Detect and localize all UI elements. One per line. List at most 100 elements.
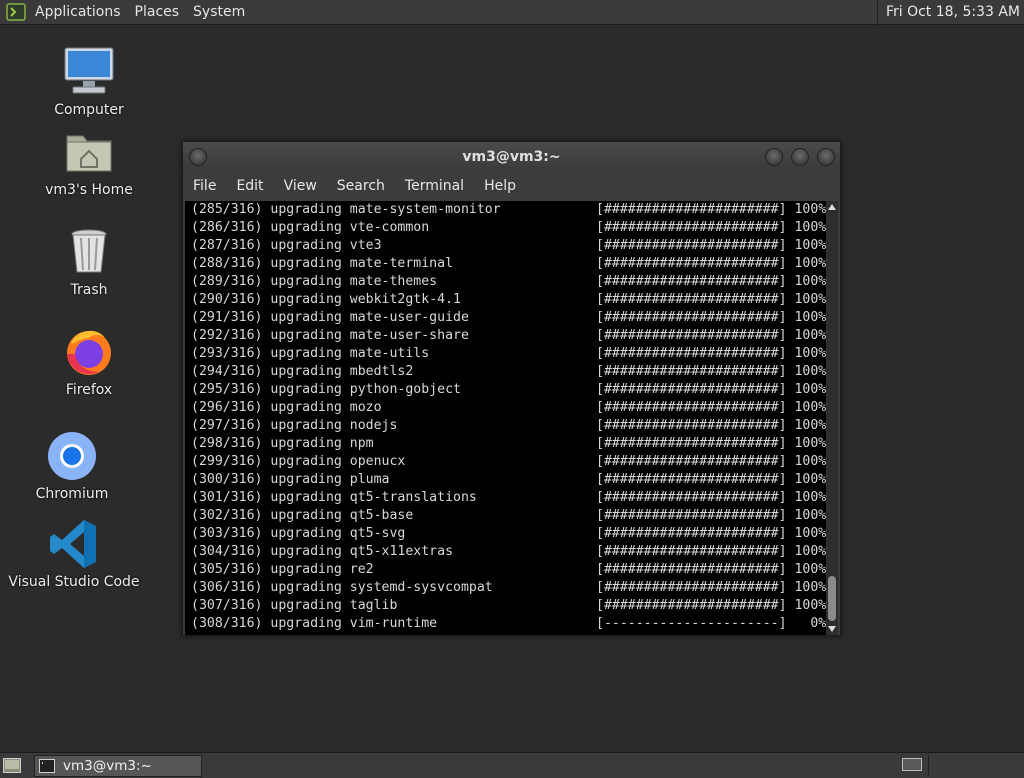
home-folder-icon [66, 135, 112, 172]
terminal-line-progress: [######################] 100% [596, 220, 826, 235]
terminal-line: (303/316) upgrading qt5-svg [############… [188, 525, 826, 543]
terminal-line-progress: [######################] 100% [596, 292, 826, 307]
terminal-line: (305/316) upgrading re2 [################… [188, 561, 826, 579]
terminal-line-progress: [######################] 100% [596, 526, 826, 541]
menu-system[interactable]: System [186, 0, 252, 25]
terminal-line-progress: [######################] 100% [596, 346, 826, 361]
desktop-icon-label: Trash [70, 282, 108, 298]
desktop-icon-label: Chromium [35, 486, 109, 502]
terminal-line: (290/316) upgrading webkit2gtk-4.1 [#####… [188, 291, 826, 309]
desktop-icon-home[interactable]: vm3's Home [14, 124, 164, 198]
taskbar-item-terminal[interactable]: vm3@vm3:~ [34, 755, 202, 777]
terminal-line: (302/316) upgrading qt5-base [###########… [188, 507, 826, 525]
menu-applications[interactable]: Applications [28, 0, 128, 25]
terminal-line: (295/316) upgrading python-gobject [#####… [188, 381, 826, 399]
terminal-line-text: (296/316) upgrading mozo [191, 400, 382, 415]
terminal-line-progress: [######################] 100% [596, 436, 826, 451]
terminal-line-text: (285/316) upgrading mate-system-monitor [191, 202, 501, 217]
terminal-line-progress: [######################] 100% [596, 418, 826, 433]
terminal-menubar: File Edit View Search Terminal Help [183, 172, 840, 200]
window-titlebar[interactable]: vm3@vm3:~ [183, 142, 840, 172]
terminal-line-text: (306/316) upgrading systemd-sysvcompat [191, 580, 493, 595]
applications-logo-icon[interactable] [6, 3, 28, 21]
close-button[interactable] [817, 148, 835, 166]
taskbar-item-label: vm3@vm3:~ [63, 758, 152, 774]
menu-file[interactable]: File [183, 178, 226, 194]
desktop-icon-label: Visual Studio Code [8, 574, 140, 590]
terminal-line-progress: [######################] 100% [596, 580, 826, 595]
desktop-icon-label: vm3's Home [45, 182, 133, 198]
terminal-line-progress: [----------------------] 0% [596, 616, 826, 631]
terminal-line-text: (288/316) upgrading mate-terminal [191, 256, 454, 271]
bottom-panel: vm3@vm3:~ [0, 752, 1024, 778]
terminal-line: (306/316) upgrading systemd-sysvcompat [#… [188, 579, 826, 597]
menu-help[interactable]: Help [474, 178, 526, 194]
terminal-line: (304/316) upgrading qt5-x11extras [######… [188, 543, 826, 561]
terminal-line-progress: [######################] 100% [596, 382, 826, 397]
terminal-line-progress: [######################] 100% [596, 508, 826, 523]
menu-terminal[interactable]: Terminal [395, 178, 474, 194]
terminal-line-progress: [######################] 100% [596, 562, 826, 577]
terminal-line-progress: [######################] 100% [596, 598, 826, 613]
terminal-line-text: (300/316) upgrading pluma [191, 472, 390, 487]
menu-view[interactable]: View [274, 178, 327, 194]
terminal-line-text: (299/316) upgrading openucx [191, 454, 406, 469]
desktop-icon-firefox[interactable]: Firefox [14, 324, 164, 398]
minimize-button[interactable] [765, 148, 783, 166]
maximize-button[interactable] [791, 148, 809, 166]
desktop-icon-computer[interactable]: Computer [14, 44, 164, 118]
terminal-line: (288/316) upgrading mate-terminal [######… [188, 255, 826, 273]
menu-places[interactable]: Places [128, 0, 187, 25]
terminal-line-text: (294/316) upgrading mbedtls2 [191, 364, 414, 379]
terminal-line-progress: [######################] 100% [596, 544, 826, 559]
desktop-icon-chromium[interactable]: Chromium [0, 428, 147, 502]
terminal-line: (289/316) upgrading mate-themes [########… [188, 273, 826, 291]
terminal-line-progress: [######################] 100% [596, 202, 826, 217]
terminal-line-text: (308/316) upgrading vim-runtime [191, 616, 438, 631]
terminal-line: (297/316) upgrading nodejs [#############… [188, 417, 826, 435]
terminal-line-text: (298/316) upgrading npm [191, 436, 374, 451]
workspace-switcher[interactable] [902, 758, 922, 771]
terminal-icon [39, 759, 55, 773]
terminal-line-progress: [######################] 100% [596, 400, 826, 415]
desktop-icon-vscode[interactable]: Visual Studio Code [0, 516, 149, 590]
desktop-icon-label: Firefox [65, 382, 113, 398]
terminal-line-progress: [######################] 100% [596, 274, 826, 289]
terminal-line-text: (301/316) upgrading qt5-translations [191, 490, 477, 505]
terminal-line: (287/316) upgrading vte3 [###############… [188, 237, 826, 255]
trash-icon [71, 229, 107, 273]
terminal-line: (300/316) upgrading pluma [##############… [188, 471, 826, 489]
terminal-line: (285/316) upgrading mate-system-monitor [… [188, 201, 826, 219]
show-desktop-icon[interactable] [3, 758, 21, 773]
clock[interactable]: Fri Oct 18, 5:33 AM [876, 0, 1020, 25]
desktop-icon-trash[interactable]: Trash [14, 224, 164, 298]
terminal-line-text: (302/316) upgrading qt5-base [191, 508, 414, 523]
terminal-line: (291/316) upgrading mate-user-guide [####… [188, 309, 826, 327]
terminal-line-text: (289/316) upgrading mate-themes [191, 274, 438, 289]
terminal-line: (307/316) upgrading taglib [#############… [188, 597, 826, 615]
scroll-up-arrow-icon[interactable] [828, 204, 836, 210]
terminal-window[interactable]: vm3@vm3:~ File Edit View Search Terminal… [182, 141, 841, 636]
terminal-line-text: (292/316) upgrading mate-user-share [191, 328, 469, 343]
terminal-line-progress: [######################] 100% [596, 328, 826, 343]
terminal-line: (294/316) upgrading mbedtls2 [###########… [188, 363, 826, 381]
menu-edit[interactable]: Edit [226, 178, 273, 194]
terminal-line: (286/316) upgrading vte-common [#########… [188, 219, 826, 237]
top-panel: Applications Places System Fri Oct 18, 5… [0, 0, 1024, 25]
main-menu: Applications Places System [0, 0, 252, 25]
menu-search[interactable]: Search [327, 178, 395, 194]
terminal-line-progress: [######################] 100% [596, 238, 826, 253]
computer-icon [64, 47, 114, 94]
scrollbar-thumb[interactable] [828, 576, 836, 621]
window-menu-button[interactable] [189, 148, 207, 166]
terminal-line-text: (291/316) upgrading mate-user-guide [191, 310, 469, 325]
terminal-line: (296/316) upgrading mozo [###############… [188, 399, 826, 417]
terminal-output[interactable]: (285/316) upgrading mate-system-monitor [… [185, 201, 826, 635]
terminal-scrollbar[interactable] [826, 201, 838, 635]
workspace-area[interactable] [928, 755, 1022, 777]
terminal-line-text: (303/316) upgrading qt5-svg [191, 526, 406, 541]
scroll-down-arrow-icon[interactable] [828, 626, 836, 632]
chromium-icon [48, 432, 96, 480]
terminal-line-text: (307/316) upgrading taglib [191, 598, 398, 613]
terminal-line: (293/316) upgrading mate-utils [#########… [188, 345, 826, 363]
